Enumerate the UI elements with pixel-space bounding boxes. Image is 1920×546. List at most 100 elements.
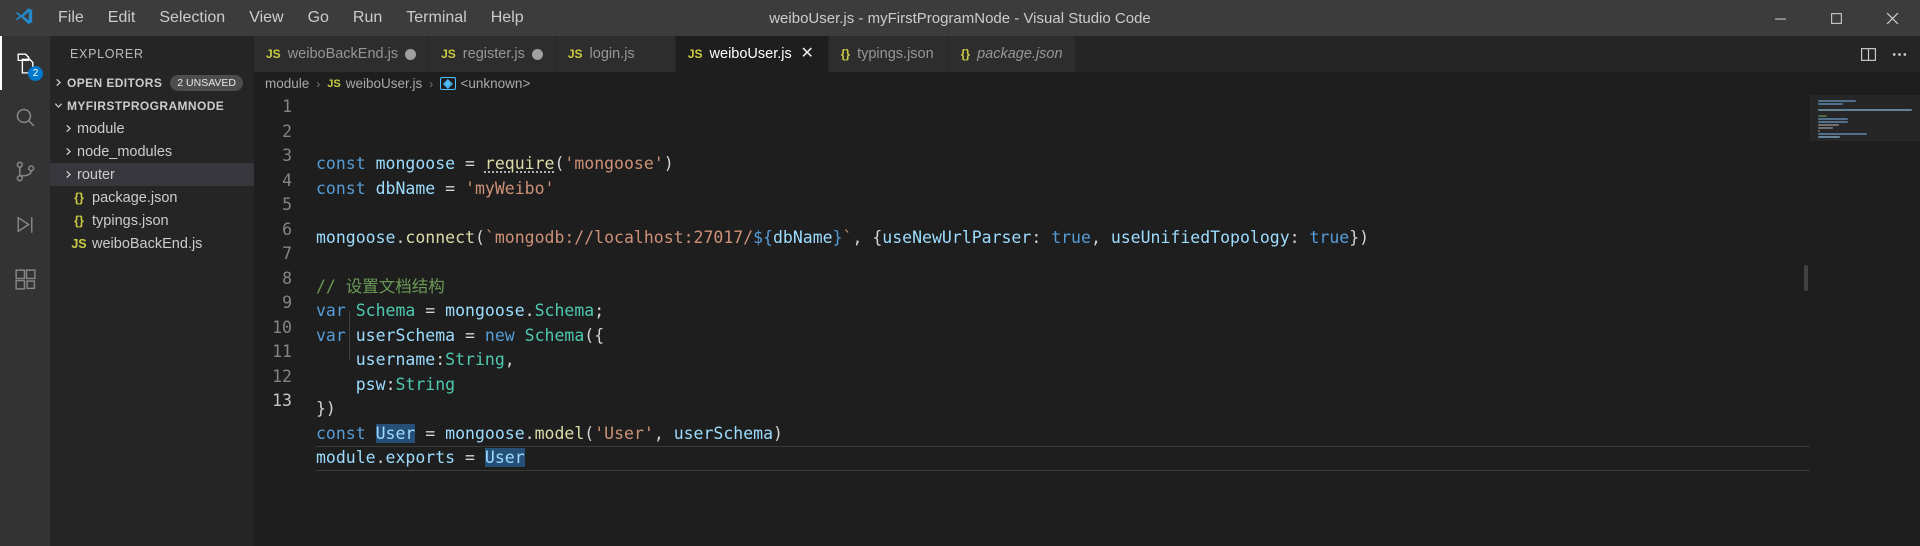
activity-explorer[interactable]: 2 — [0, 36, 50, 90]
tree-item-module[interactable]: module — [50, 117, 254, 140]
menu-go[interactable]: Go — [296, 0, 341, 36]
unsaved-indicator-icon[interactable] — [531, 48, 543, 60]
code-editor[interactable]: 1 2 3 4 5 6 7 8 9 10 11 12 13 const mongoose = requi… — [254, 95, 1920, 546]
chevron-down-icon — [50, 101, 67, 110]
tab-weibouser-js[interactable]: JS weiboUser.js ✕ — [675, 36, 829, 72]
editor-area: JS weiboBackEnd.js JS register.js JS log… — [254, 36, 1920, 546]
code-token: mongoose — [445, 301, 525, 320]
code-line[interactable]: // 设置文档结构 — [316, 275, 1810, 300]
unsaved-indicator-icon[interactable] — [405, 48, 417, 60]
close-icon[interactable] — [1864, 0, 1920, 36]
menu-terminal[interactable]: Terminal — [394, 0, 478, 36]
activity-run-and-debug[interactable] — [0, 198, 50, 252]
symbol-icon: ◈ — [440, 77, 456, 90]
code-token: Schema — [534, 301, 595, 320]
breadcrumb-label: <unknown> — [460, 76, 531, 91]
code-line[interactable]: var Schema = mongoose.Schema; — [316, 299, 1810, 324]
tab-register-js[interactable]: JS register.js — [429, 36, 556, 72]
code-token: : — [385, 374, 396, 394]
unsaved-badge: 2 UNSAVED — [170, 74, 244, 91]
code-line[interactable]: var userSchema = new Schema({ — [316, 324, 1810, 349]
tab-package-json[interactable]: {} package.json — [948, 36, 1076, 72]
tab-login-js[interactable]: JS login.js — [555, 36, 676, 72]
code-token: String — [395, 374, 456, 394]
code-content[interactable]: const mongoose = require('mongoose') cons… — [316, 95, 1810, 546]
code-token: model — [534, 423, 585, 443]
code-token: mongoose — [316, 227, 396, 247]
explorer-tree: OPEN EDITORS 2 UNSAVED MYFIRSTPROGRAMNOD… — [50, 71, 254, 255]
breadcrumb-separator: › — [429, 76, 434, 91]
tab-label: typings.json — [857, 46, 934, 62]
menu-edit[interactable]: Edit — [96, 0, 148, 36]
json-file-icon: {} — [840, 47, 851, 61]
minimap-slider[interactable] — [1810, 95, 1920, 141]
code-line[interactable]: }) — [316, 397, 1810, 422]
code-line[interactable]: mongoose.connect(`mongodb://localhost:27… — [316, 226, 1810, 251]
line-number: 5 — [282, 195, 292, 214]
tree-item-package-json[interactable]: {} package.json — [50, 186, 254, 209]
code-token: = — [435, 178, 466, 198]
js-file-icon: JS — [266, 47, 281, 61]
code-token: psw — [355, 374, 386, 394]
code-token: new — [484, 325, 515, 345]
tree-item-label: package.json — [92, 189, 178, 206]
menu-view[interactable]: View — [237, 0, 295, 36]
code-line[interactable]: const dbName = 'myWeibo' — [316, 177, 1810, 202]
tree-item-label: node_modules — [77, 143, 173, 160]
menu-bar[interactable]: File Edit Selection View Go Run Terminal… — [46, 0, 536, 36]
tab-bar-empty-space — [1075, 36, 1860, 72]
window-controls[interactable] — [1752, 0, 1920, 36]
code-token: mongoose — [445, 423, 525, 443]
section-project-root[interactable]: MYFIRSTPROGRAMNODE — [50, 94, 254, 117]
menu-help[interactable]: Help — [479, 0, 536, 36]
code-token: ) — [663, 154, 674, 173]
tab-weibobackend-js[interactable]: JS weiboBackEnd.js — [254, 36, 430, 72]
more-actions-icon[interactable] — [1891, 46, 1908, 63]
minimize-icon[interactable] — [1752, 0, 1808, 36]
code-token: ( — [554, 154, 565, 173]
breadcrumb-item-symbol[interactable]: ◈ <unknown> — [437, 76, 533, 91]
code-token: }) — [316, 399, 336, 418]
minimap[interactable] — [1810, 95, 1920, 546]
line-number: 3 — [282, 146, 292, 165]
code-token: User — [484, 448, 525, 467]
tree-item-node-modules[interactable]: node_modules — [50, 140, 254, 163]
breadcrumb-item-module[interactable]: module — [262, 76, 312, 91]
tree-item-router[interactable]: router — [50, 163, 254, 186]
code-viewport[interactable]: 1 2 3 4 5 6 7 8 9 10 11 12 13 const mongoose = requi… — [254, 95, 1810, 546]
close-icon[interactable]: ✕ — [799, 46, 816, 63]
code-line[interactable]: username:String, — [316, 348, 1810, 373]
activity-extensions[interactable] — [0, 252, 50, 306]
code-token: exports — [385, 448, 456, 467]
split-editor-icon[interactable] — [1860, 46, 1877, 63]
code-token: }) — [1349, 227, 1370, 247]
code-line[interactable] — [316, 201, 1810, 226]
tab-typings-json[interactable]: {} typings.json — [828, 36, 949, 72]
line-number: 10 — [272, 317, 292, 337]
section-open-editors[interactable]: OPEN EDITORS 2 UNSAVED — [50, 71, 254, 94]
line-number: 6 — [282, 219, 292, 239]
code-line[interactable]: const User = mongoose.model('User', user… — [316, 422, 1810, 447]
breadcrumb-separator: › — [316, 76, 321, 91]
tab-label: weiboUser.js — [709, 46, 792, 62]
code-line[interactable]: const mongoose = require('mongoose') — [316, 152, 1810, 177]
code-token: ` — [842, 227, 853, 247]
code-line[interactable] — [316, 250, 1810, 275]
menu-selection[interactable]: Selection — [147, 0, 237, 36]
tree-item-weibobackend-js[interactable]: JS weiboBackEnd.js — [50, 232, 254, 255]
maximize-icon[interactable] — [1808, 0, 1864, 36]
menu-run[interactable]: Run — [341, 0, 394, 36]
activity-search[interactable] — [0, 90, 50, 144]
line-number: 8 — [282, 268, 292, 288]
tree-item-typings-json[interactable]: {} typings.json — [50, 209, 254, 232]
activity-source-control[interactable] — [0, 144, 50, 198]
code-line[interactable]: module.exports = User — [316, 446, 1810, 471]
scrollbar-thumb[interactable] — [1804, 265, 1808, 291]
editor-scrollbar[interactable] — [1796, 95, 1810, 546]
breadcrumb-item-weibouser-js[interactable]: JS weiboUser.js — [324, 76, 425, 91]
menu-file[interactable]: File — [46, 0, 96, 36]
code-token: : — [1031, 227, 1052, 247]
code-line[interactable]: psw:String — [316, 373, 1810, 398]
